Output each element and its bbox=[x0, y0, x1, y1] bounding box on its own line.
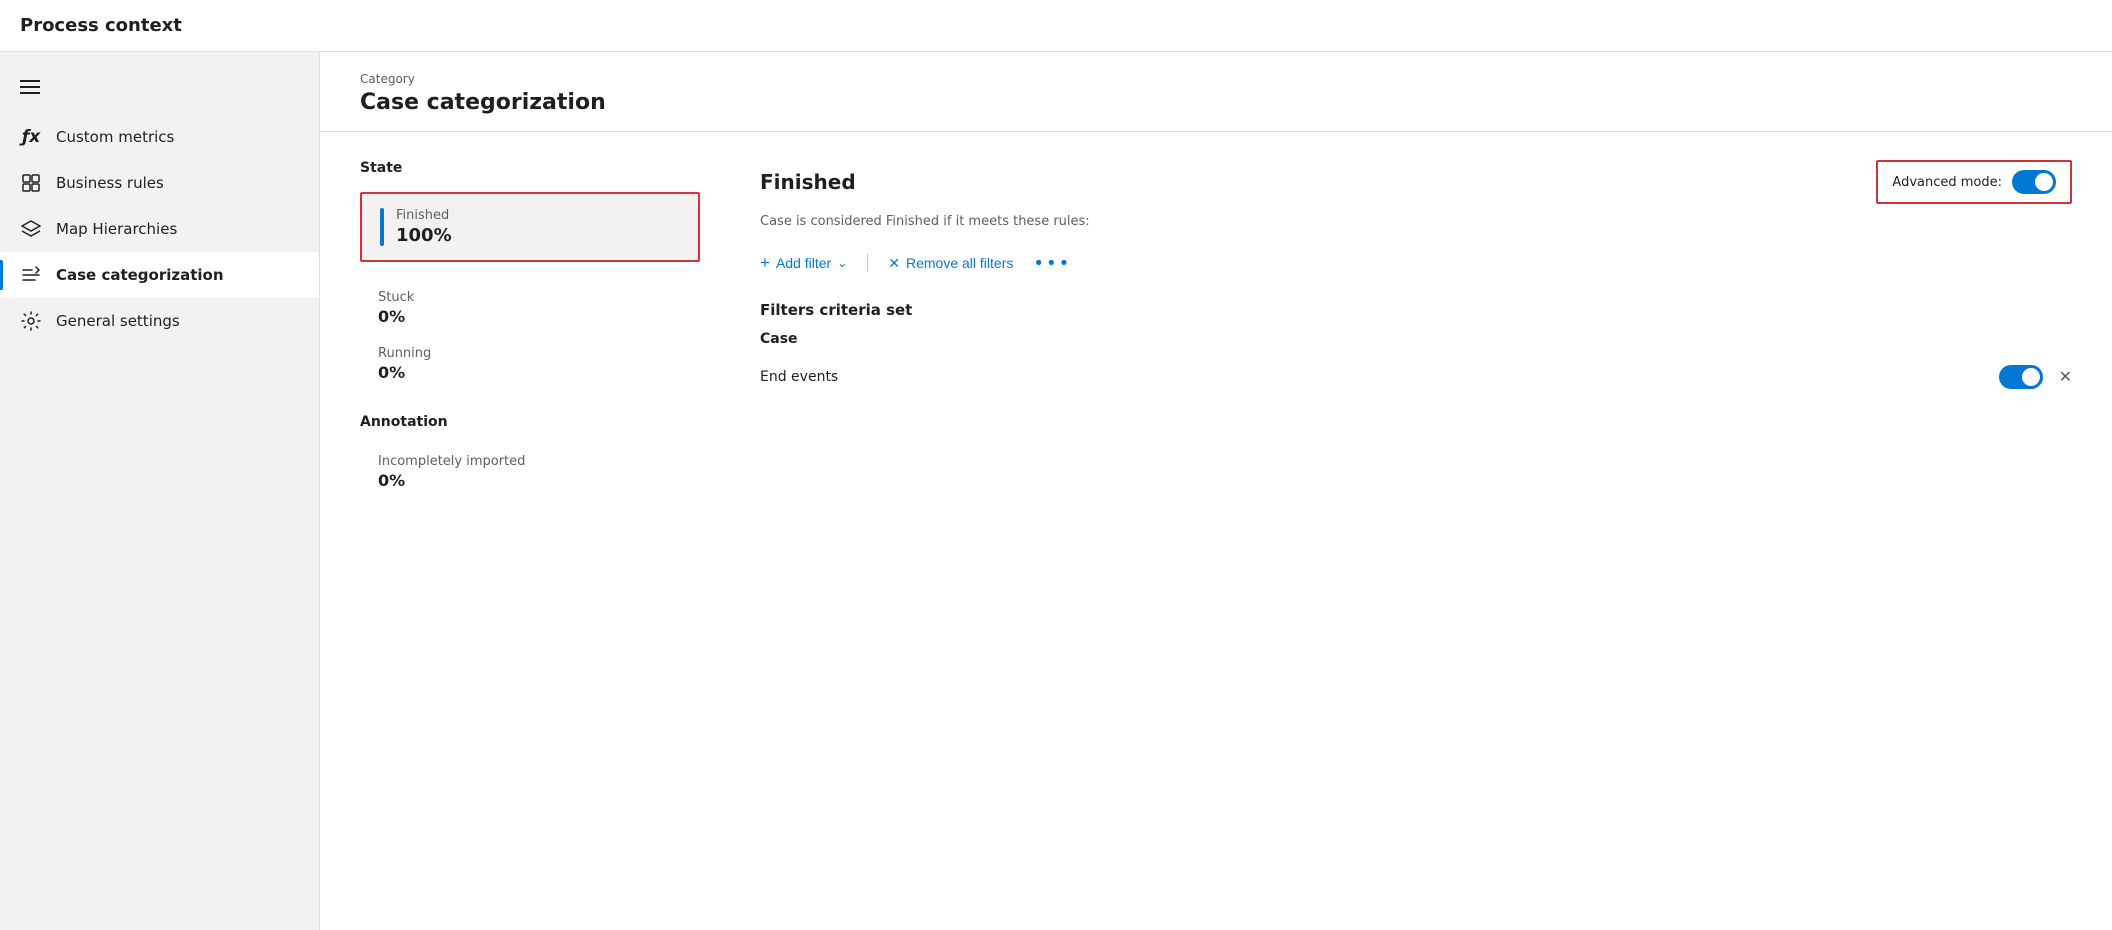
state-label-finished: Finished bbox=[396, 208, 680, 223]
sidebar-item-case-categorization[interactable]: Case categorization bbox=[0, 252, 319, 298]
hamburger-menu[interactable] bbox=[0, 68, 319, 114]
state-value-stuck: 0% bbox=[378, 307, 700, 326]
x-icon: ✕ bbox=[888, 255, 900, 272]
annotation-section-title: Annotation bbox=[360, 414, 700, 430]
add-filter-label: Add filter bbox=[776, 255, 831, 271]
category-label: Category bbox=[360, 72, 2072, 86]
annotation-incompletely-imported: Incompletely imported 0% bbox=[360, 446, 700, 498]
right-panel-header: Finished Advanced mode: bbox=[760, 160, 2072, 204]
sort-icon bbox=[20, 264, 42, 286]
sidebar-item-general-settings[interactable]: General settings bbox=[0, 298, 319, 344]
filter-toolbar: + Add filter ⌄ ✕ Remove all filters ••• bbox=[760, 249, 2072, 277]
description-text: Case is considered Finished if it meets … bbox=[760, 214, 2072, 229]
remove-all-filters-button[interactable]: ✕ Remove all filters bbox=[888, 251, 1013, 276]
end-events-controls: ✕ bbox=[1999, 365, 2072, 389]
top-bar: Process context bbox=[0, 0, 2112, 52]
sidebar-item-label: Custom metrics bbox=[56, 128, 174, 146]
state-card-finished[interactable]: Finished 100% bbox=[360, 192, 700, 262]
state-label-running: Running bbox=[378, 346, 700, 361]
annotation-section: Annotation Incompletely imported 0% bbox=[360, 414, 700, 498]
app-title: Process context bbox=[20, 15, 182, 36]
sidebar-item-map-hierarchies[interactable]: Map Hierarchies bbox=[0, 206, 319, 252]
more-options-button[interactable]: ••• bbox=[1033, 253, 1071, 274]
advanced-mode-label: Advanced mode: bbox=[1892, 175, 2002, 190]
advanced-mode-container: Advanced mode: bbox=[1876, 160, 2072, 204]
state-section-title: State bbox=[360, 160, 700, 176]
state-card-content: Finished 100% bbox=[396, 208, 680, 246]
filters-criteria-section: Filters criteria set Case End events ✕ bbox=[760, 301, 2072, 397]
grid-icon bbox=[20, 172, 42, 194]
end-events-remove-button[interactable]: ✕ bbox=[2059, 367, 2072, 387]
sidebar-item-custom-metrics[interactable]: ƒx Custom metrics bbox=[0, 114, 319, 160]
annotation-label: Incompletely imported bbox=[378, 454, 700, 469]
gear-icon bbox=[20, 310, 42, 332]
state-value-running: 0% bbox=[378, 363, 700, 382]
state-card-accent bbox=[380, 208, 384, 246]
case-label: Case bbox=[760, 331, 2072, 347]
annotation-value: 0% bbox=[378, 471, 700, 490]
right-panel: Finished Advanced mode: Case is consider… bbox=[760, 160, 2072, 502]
chevron-down-icon: ⌄ bbox=[837, 256, 847, 270]
end-events-row: End events ✕ bbox=[760, 357, 2072, 397]
content-body: State Finished 100% Stuck 0% Running bbox=[320, 132, 2112, 530]
content-header: Category Case categorization bbox=[320, 52, 2112, 132]
main-layout: ƒx Custom metrics Business rules bbox=[0, 52, 2112, 930]
sidebar-item-label: Map Hierarchies bbox=[56, 220, 177, 238]
end-events-label: End events bbox=[760, 369, 838, 385]
right-panel-title: Finished bbox=[760, 170, 856, 194]
sidebar-item-business-rules[interactable]: Business rules bbox=[0, 160, 319, 206]
toolbar-divider bbox=[867, 254, 868, 272]
left-panel: State Finished 100% Stuck 0% Running bbox=[360, 160, 700, 502]
sidebar: ƒx Custom metrics Business rules bbox=[0, 52, 320, 930]
content-area: Category Case categorization State Finis… bbox=[320, 52, 2112, 930]
sidebar-item-label: Business rules bbox=[56, 174, 164, 192]
state-value-finished: 100% bbox=[396, 225, 680, 246]
fx-icon: ƒx bbox=[20, 126, 42, 148]
sidebar-item-label: General settings bbox=[56, 312, 180, 330]
remove-all-filters-label: Remove all filters bbox=[906, 255, 1013, 271]
advanced-mode-toggle[interactable] bbox=[2012, 170, 2056, 194]
state-running[interactable]: Running 0% bbox=[360, 338, 700, 390]
add-filter-button[interactable]: + Add filter ⌄ bbox=[760, 249, 847, 277]
end-events-toggle[interactable] bbox=[1999, 365, 2043, 389]
state-label-stuck: Stuck bbox=[378, 290, 700, 305]
plus-icon: + bbox=[760, 253, 770, 273]
sidebar-item-label: Case categorization bbox=[56, 266, 224, 284]
state-stuck[interactable]: Stuck 0% bbox=[360, 282, 700, 334]
filters-criteria-title: Filters criteria set bbox=[760, 301, 2072, 319]
page-title: Case categorization bbox=[360, 90, 2072, 115]
layers-icon bbox=[20, 218, 42, 240]
